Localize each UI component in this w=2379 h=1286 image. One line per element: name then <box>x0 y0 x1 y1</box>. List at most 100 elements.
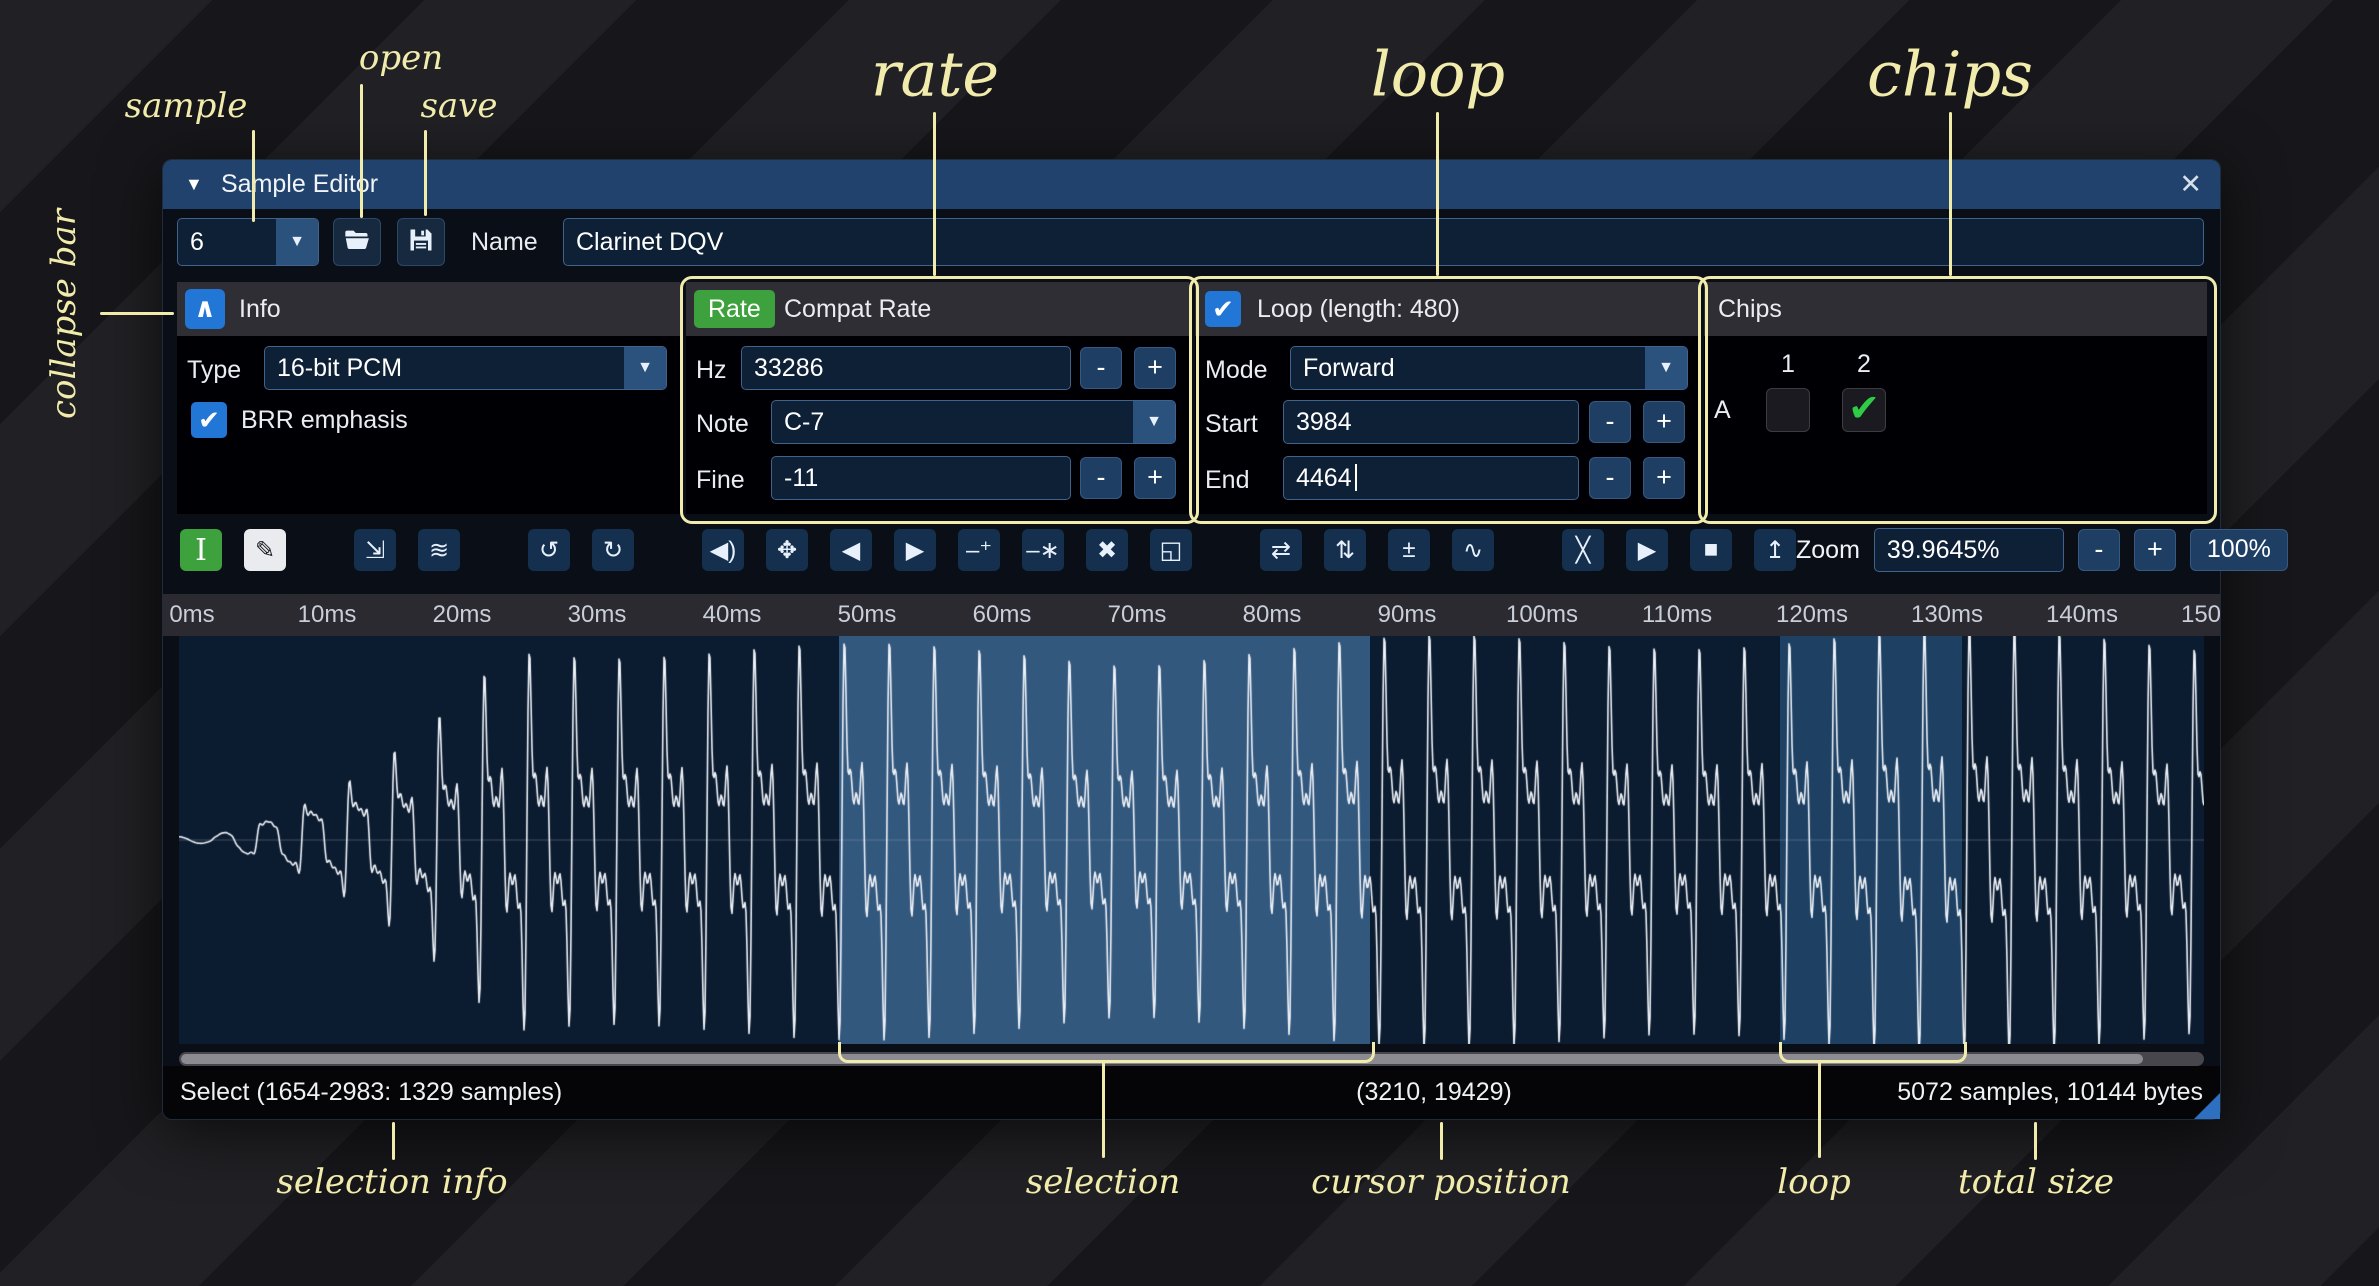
waveform-view[interactable] <box>179 636 2204 1044</box>
loop-enable-checkbox[interactable]: ✔ <box>1205 291 1241 327</box>
ruler-tick: 120ms <box>1776 594 1848 636</box>
collapse-info-button[interactable]: ∧ <box>185 289 225 329</box>
select-tool-button[interactable]: I <box>180 529 222 571</box>
zoom-input[interactable]: 39.9645% <box>1874 528 2064 572</box>
normalize-button[interactable]: ✥ <box>766 529 808 571</box>
annotation-collapse-bar: collapse bar <box>44 209 84 419</box>
chevron-down-icon[interactable]: ▼ <box>624 347 666 389</box>
fine-label: Fine <box>696 458 745 502</box>
annotation-line-open <box>360 84 363 218</box>
sample-name-input[interactable]: Clarinet DQV <box>563 218 2204 266</box>
delete-button[interactable]: ✖ <box>1086 529 1128 571</box>
waveform-canvas[interactable] <box>179 636 2204 1044</box>
titlebar[interactable]: ▼ Sample Editor ✕ <box>163 160 2220 209</box>
note-dropdown[interactable]: C-7 ▼ <box>771 400 1176 444</box>
chip-column-2-label: 2 <box>1842 342 1886 386</box>
chevron-down-icon[interactable]: ▼ <box>1645 347 1687 389</box>
resize-grip[interactable] <box>2194 1093 2220 1119</box>
rate-badge[interactable]: Rate <box>694 290 775 328</box>
chips-section: Chips 1 2 A ✔ <box>1704 282 2207 514</box>
annotation-line-sample <box>252 130 255 222</box>
resize-button[interactable]: ⇲ <box>354 529 396 571</box>
rate-section-content: Hz 33286 - + Note C-7 ▼ Fine -11 - + <box>686 336 1189 514</box>
annotation-line-total-size <box>2034 1122 2037 1160</box>
reverse-button[interactable]: ⇄ <box>1260 529 1302 571</box>
stop-preview-button[interactable]: ■ <box>1690 529 1732 571</box>
check-icon: ✔ <box>1212 294 1234 324</box>
toolbar: I✎⇲≋↺↻◀)✥◀▶–⁺–∗✖◱⇄⇅±∿╳▶■↥ Zoom 39.9645% … <box>163 528 2220 572</box>
hz-minus-button[interactable]: - <box>1080 347 1122 389</box>
loop-end-minus-button[interactable]: - <box>1589 457 1631 499</box>
loop-start-label: Start <box>1205 402 1258 446</box>
preview-button[interactable]: ▶ <box>1626 529 1668 571</box>
rate-section-header: Rate Compat Rate <box>686 282 1189 336</box>
chips-section-content: 1 2 A ✔ <box>1704 336 2207 514</box>
annotation-chips: chips <box>1867 38 2033 111</box>
info-section-header[interactable]: ∧ Info <box>177 282 680 336</box>
note-value: C-7 <box>772 401 1133 443</box>
fine-minus-button[interactable]: - <box>1080 457 1122 499</box>
loop-end-plus-button[interactable]: + <box>1643 457 1685 499</box>
filter-button[interactable]: ∿ <box>1452 529 1494 571</box>
ruler-tick: 100ms <box>1506 594 1578 636</box>
fine-input[interactable]: -11 <box>771 456 1071 500</box>
fade-out-button[interactable]: ▶ <box>894 529 936 571</box>
loop-start-input[interactable]: 3984 <box>1283 400 1579 444</box>
fade-in-button[interactable]: ◀ <box>830 529 872 571</box>
brr-emphasis-label[interactable]: BRR emphasis <box>241 398 408 442</box>
chip-enable-checkbox-2[interactable]: ✔ <box>1842 388 1886 432</box>
brr-emphasis-checkbox[interactable]: ✔ <box>191 402 227 438</box>
invert-button[interactable]: ⇅ <box>1324 529 1366 571</box>
crossfade-button[interactable]: ╳ <box>1562 529 1604 571</box>
resample-button[interactable]: ≋ <box>418 529 460 571</box>
chip-enable-checkbox-1[interactable] <box>1766 388 1810 432</box>
apply-silence-button[interactable]: –∗ <box>1022 529 1064 571</box>
loop-start-minus-button[interactable]: - <box>1589 401 1631 443</box>
selection-info-text: Select (1654-2983: 1329 samples) <box>180 1066 562 1119</box>
sample-number-dropdown[interactable]: 6 ▼ <box>177 218 319 266</box>
redo-button[interactable]: ↻ <box>592 529 634 571</box>
ruler-tick: 80ms <box>1243 594 1302 636</box>
annotation-loop: loop <box>1371 38 1505 111</box>
save-sample-button[interactable] <box>397 218 445 266</box>
ruler-tick: 0ms <box>169 594 214 636</box>
toolbar-buttons: I ✎ ⇲ ≋ ↺ ↻ ◀) ✥ ◀ ▶ –⁺ –∗ ✖ ◱ ⇄ ⇅ ± ∿ ╳ ▶ ■ ↥ <box>180 529 1796 571</box>
upload-button[interactable]: ↥ <box>1754 529 1796 571</box>
annotation-line-chips <box>1949 112 1952 276</box>
amplify-button[interactable]: ◀) <box>702 529 744 571</box>
trim-button[interactable]: ◱ <box>1150 529 1192 571</box>
sample-type-dropdown[interactable]: 16-bit PCM ▼ <box>264 346 667 390</box>
annotation-line-cursor-position <box>1440 1122 1443 1160</box>
scrollbar-thumb[interactable] <box>181 1054 2143 1064</box>
close-icon[interactable]: ✕ <box>2179 160 2202 209</box>
chevron-down-icon[interactable]: ▼ <box>276 219 318 265</box>
zoom-out-button[interactable]: - <box>2078 529 2120 571</box>
zoom-reset-button[interactable]: 100% <box>2190 529 2288 571</box>
collapse-window-icon[interactable]: ▼ <box>185 160 203 209</box>
undo-button[interactable]: ↺ <box>528 529 570 571</box>
loop-mode-dropdown[interactable]: Forward ▼ <box>1290 346 1688 390</box>
insert-silence-button[interactable]: –⁺ <box>958 529 1000 571</box>
sign-invert-button[interactable]: ± <box>1388 529 1430 571</box>
annotation-save: save <box>420 86 497 126</box>
loop-section: ✔ Loop (length: 480) Mode Forward ▼ Star… <box>1195 282 1698 514</box>
zoom-in-button[interactable]: + <box>2134 529 2176 571</box>
annotation-line-save <box>424 130 427 216</box>
loop-end-input[interactable]: 4464 <box>1283 456 1579 500</box>
open-sample-button[interactable] <box>333 218 381 266</box>
hz-input[interactable]: 33286 <box>741 346 1071 390</box>
loop-section-header: ✔ Loop (length: 480) <box>1195 282 1698 336</box>
window-title: Sample Editor <box>221 160 378 209</box>
draw-tool-button[interactable]: ✎ <box>244 529 286 571</box>
zoom-controls: Zoom 39.9645% - + 100% <box>1796 528 2288 572</box>
chevron-down-icon[interactable]: ▼ <box>1133 401 1175 443</box>
hz-plus-button[interactable]: + <box>1134 347 1176 389</box>
loop-mode-value: Forward <box>1291 347 1645 389</box>
fine-plus-button[interactable]: + <box>1134 457 1176 499</box>
folder-open-icon <box>343 226 371 259</box>
loop-start-plus-button[interactable]: + <box>1643 401 1685 443</box>
rate-header-label: Compat Rate <box>784 282 931 336</box>
horizontal-scrollbar[interactable] <box>179 1052 2204 1066</box>
timeline-ruler[interactable]: 0ms10ms20ms30ms40ms50ms60ms70ms80ms90ms1… <box>163 594 2220 636</box>
ruler-tick: 10ms <box>298 594 357 636</box>
